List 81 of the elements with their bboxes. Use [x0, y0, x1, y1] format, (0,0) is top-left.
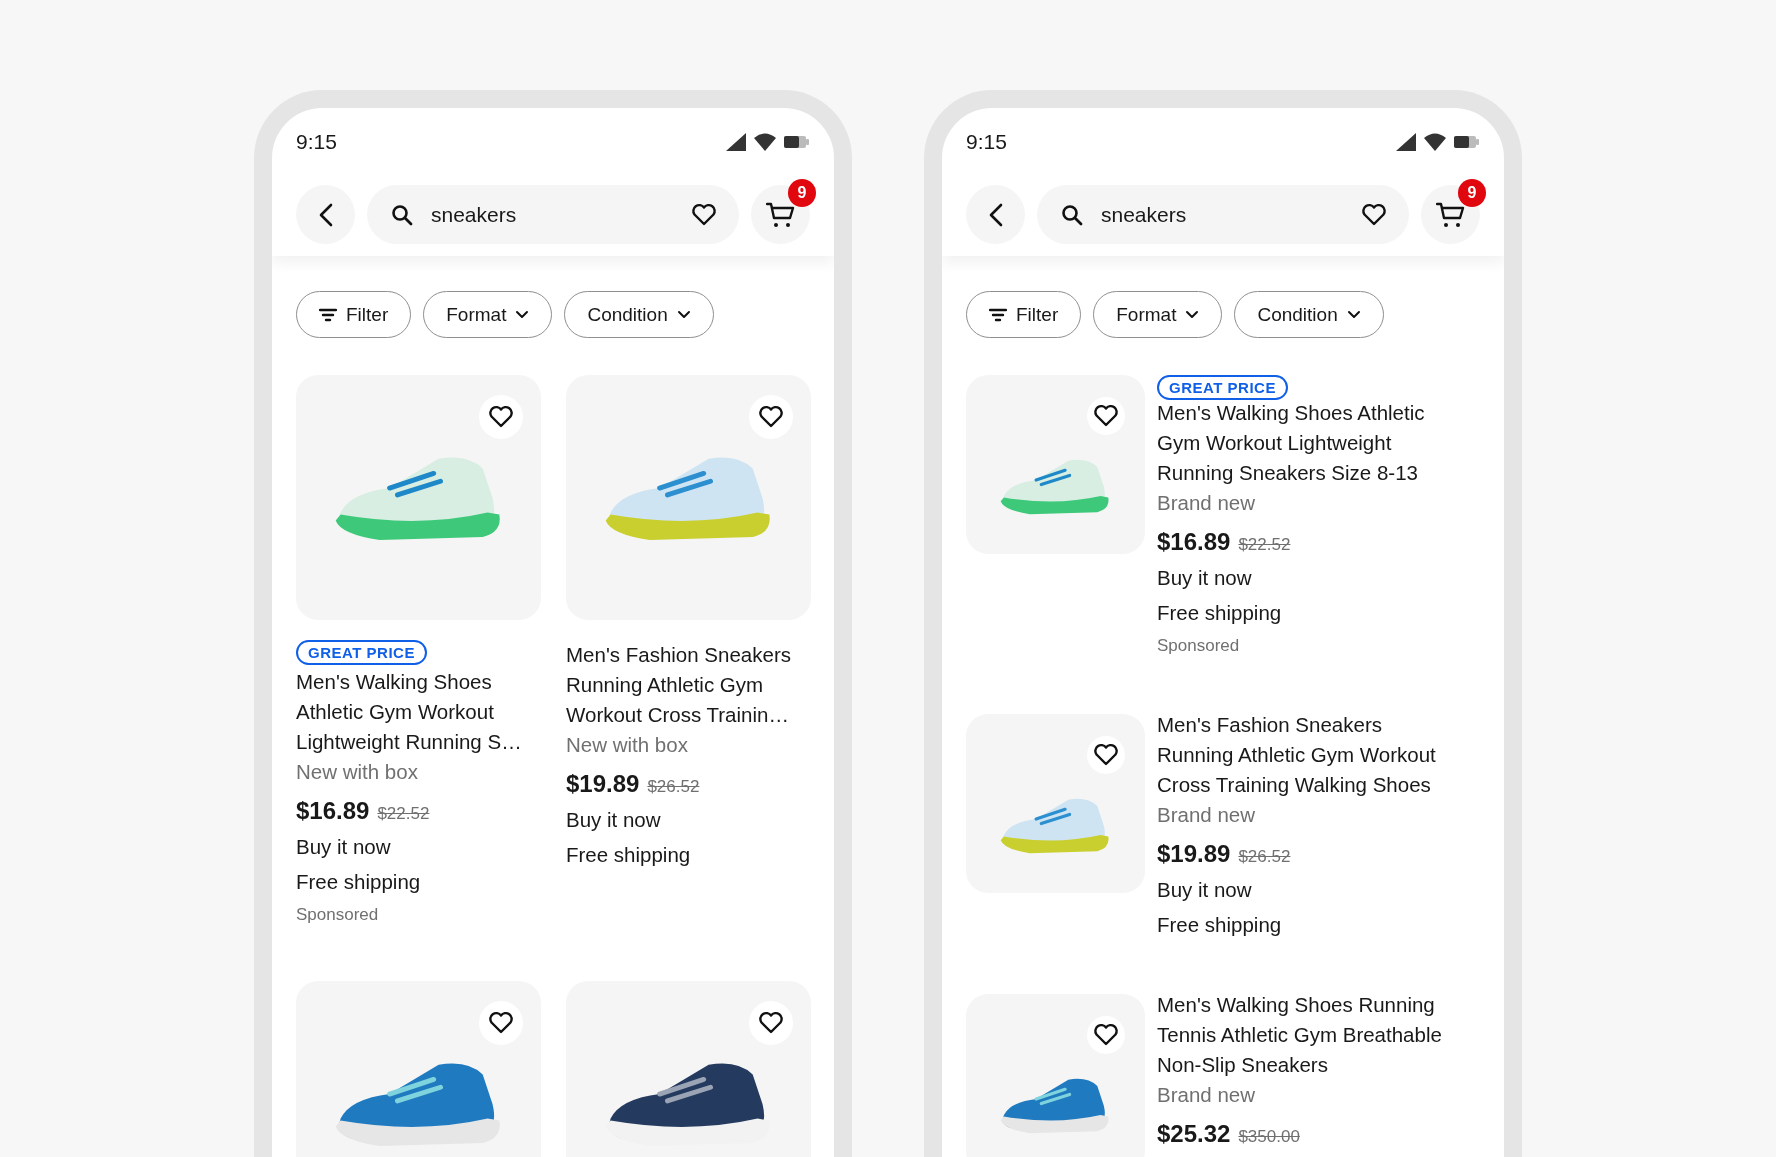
product-photo-placeholder[interactable] — [566, 981, 811, 1157]
buying-format: Buy it now — [296, 834, 391, 860]
cart-count-badge: 9 — [1458, 179, 1486, 207]
signal-icon — [1396, 133, 1416, 151]
filter-chip[interactable]: Condition — [1234, 291, 1384, 338]
product-condition: New with box — [296, 759, 418, 785]
original-price: $22.52 — [377, 804, 430, 824]
deal-badge: GREAT PRICE — [296, 640, 427, 665]
search-field[interactable]: sneakers — [1099, 201, 1345, 228]
search-icon — [391, 203, 413, 226]
original-price: $22.52 — [1238, 535, 1291, 555]
search-bar[interactable]: sneakers — [367, 185, 739, 244]
wifi-icon — [1424, 133, 1446, 151]
shipping-info: Free shipping — [566, 842, 691, 868]
favorite-button[interactable] — [1087, 736, 1125, 774]
product-price: $19.89 — [1157, 839, 1231, 869]
status-time: 9:15 — [296, 130, 337, 154]
favorite-button[interactable] — [1087, 1016, 1125, 1054]
filter-icon — [319, 306, 337, 323]
chevron-down-icon — [1346, 309, 1361, 320]
filter-chip[interactable]: Condition — [564, 291, 714, 338]
product-condition: Brand new — [1157, 802, 1255, 828]
shipping-info: Free shipping — [296, 869, 421, 895]
search-icon — [1061, 203, 1083, 226]
product-title[interactable]: Men's Walking Shoes Athletic Gym Workout Lightweight Running S… — [296, 667, 541, 757]
heart-icon — [1093, 743, 1119, 767]
cart-icon — [1435, 200, 1466, 229]
product-title[interactable]: Men's Walking Shoes Athletic Gym Workout Lightweight Running Sneakers Size 8-13 — [1157, 398, 1460, 488]
product-price: $19.89 — [566, 769, 640, 799]
heart-icon[interactable] — [1361, 202, 1387, 227]
shipping-info: Free shipping — [1157, 600, 1282, 626]
signal-icon — [726, 133, 746, 151]
heart-icon — [1093, 1023, 1119, 1047]
shipping-info: Free shipping — [1157, 912, 1282, 938]
product-title[interactable]: Men's Fashion Sneakers Running Athletic Gym Workout Cross Training Walking Shoes — [1157, 710, 1460, 800]
filter-chip[interactable]: Filter — [966, 291, 1082, 338]
back-icon — [318, 202, 333, 227]
sponsored-label: Sponsored — [1157, 635, 1240, 657]
product-condition: New with box — [566, 732, 688, 758]
sponsored-label: Sponsored — [296, 904, 379, 926]
product-title[interactable]: Men's Fashion Sneakers Running Athletic Gym Workout Cross Trainin… — [566, 640, 811, 730]
original-price: $350.00 — [1238, 1127, 1300, 1147]
favorite-button[interactable] — [749, 395, 793, 439]
heart-icon — [1093, 404, 1119, 428]
chevron-down-icon — [1185, 309, 1200, 320]
battery-icon — [1454, 135, 1480, 149]
buying-format: Buy it now — [1157, 565, 1252, 591]
product-price: $16.89 — [1157, 527, 1231, 557]
filter-chip[interactable]: Filter — [296, 291, 412, 338]
status-time: 9:15 — [966, 130, 1007, 154]
search-field[interactable]: sneakers — [429, 201, 675, 228]
wifi-icon — [754, 133, 776, 151]
product-condition: Brand new — [1157, 1082, 1255, 1108]
heart-icon — [758, 1011, 784, 1035]
search-bar[interactable]: sneakers — [1037, 185, 1409, 244]
back-icon — [988, 202, 1003, 227]
heart-icon — [488, 405, 514, 429]
buying-format: Buy it now — [1157, 877, 1252, 903]
favorite-button[interactable] — [1087, 397, 1125, 435]
original-price: $26.52 — [647, 777, 700, 797]
original-price: $26.52 — [1238, 847, 1291, 867]
product-price: $25.32 — [1157, 1119, 1231, 1149]
chevron-down-icon — [676, 309, 691, 320]
battery-icon — [784, 135, 810, 149]
heart-icon — [758, 405, 784, 429]
cart-icon — [765, 200, 796, 229]
chevron-down-icon — [515, 309, 530, 320]
product-price: $16.89 — [296, 796, 370, 826]
product-condition: Brand new — [1157, 490, 1255, 516]
favorite-button[interactable] — [749, 1001, 793, 1045]
heart-icon — [488, 1011, 514, 1035]
favorite-button[interactable] — [479, 395, 523, 439]
favorite-button[interactable] — [479, 1001, 523, 1045]
cart-count-badge: 9 — [788, 179, 816, 207]
filter-icon — [989, 306, 1007, 323]
filter-chip[interactable]: Format — [423, 291, 553, 338]
filter-chip[interactable]: Format — [1093, 291, 1223, 338]
product-title[interactable]: Men's Walking Shoes Running Tennis Athletic Gym Breathable Non-Slip Sneakers — [1157, 990, 1460, 1080]
deal-badge: GREAT PRICE — [1157, 375, 1288, 400]
heart-icon[interactable] — [691, 202, 717, 227]
buying-format: Buy it now — [566, 807, 661, 833]
